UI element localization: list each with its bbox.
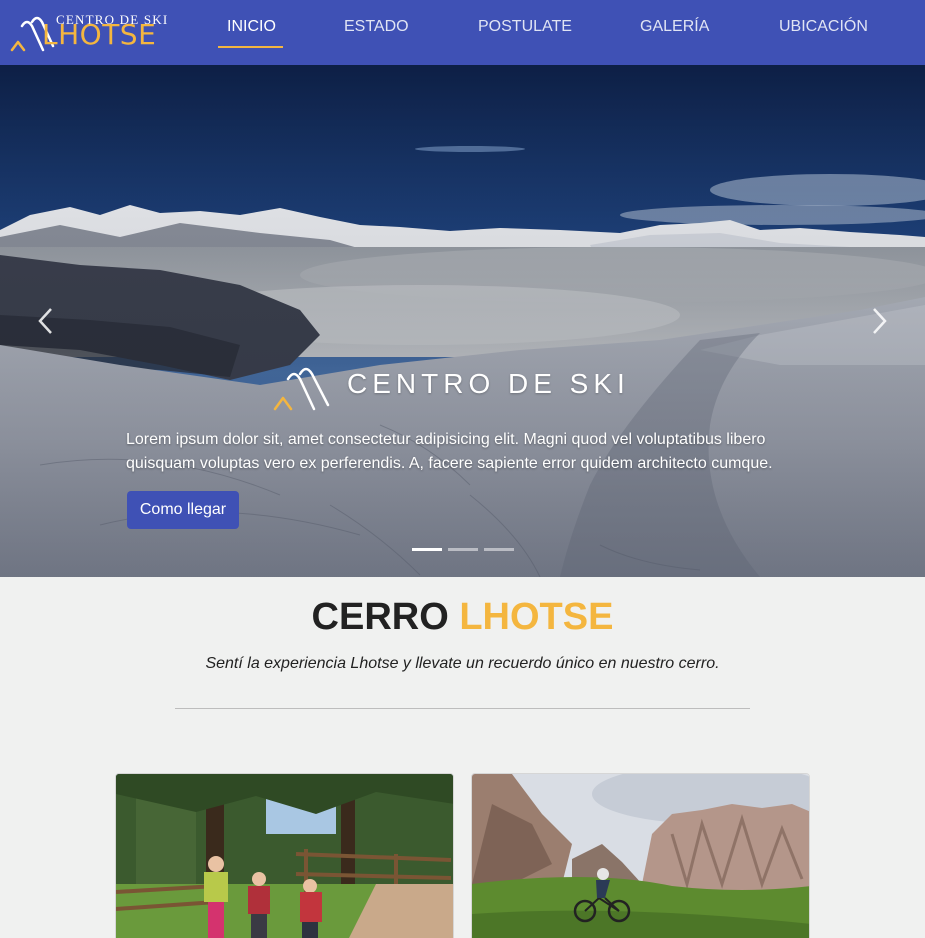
nav-item-inicio[interactable]: INICIO xyxy=(227,18,276,36)
section-title: CERRO LHOTSE xyxy=(0,596,925,639)
brand-logo[interactable]: CENTRO DE SKI LHOTSE xyxy=(10,10,185,54)
nav-item-postulate[interactable]: POSTULATE xyxy=(478,18,572,36)
section-divider xyxy=(175,708,750,709)
section-subtitle: Sentí la experiencia Lhotse y llevate un… xyxy=(205,655,720,672)
hero-carousel: CENTRO DE SKI Lorem ipsum dolor sit, ame… xyxy=(0,65,925,577)
carousel-prev-icon[interactable] xyxy=(34,305,56,337)
nav-item-ubicacion[interactable]: UBICACIÓN xyxy=(779,18,868,36)
activity-card-hiking[interactable] xyxy=(115,773,454,938)
hero-description: Lorem ipsum dolor sit, amet consectetur … xyxy=(126,431,773,472)
section-title-accent: LHOTSE xyxy=(459,596,614,638)
section-title-main: CERRO xyxy=(311,596,449,638)
hero-ski-logo-icon xyxy=(273,367,330,411)
carousel-indicator-3[interactable] xyxy=(484,548,514,551)
carousel-indicator-1[interactable] xyxy=(412,548,442,551)
carousel-next-icon[interactable] xyxy=(869,305,891,337)
biking-photo xyxy=(472,774,809,938)
active-nav-indicator xyxy=(218,46,283,48)
hiking-photo xyxy=(116,774,453,938)
hero-title: CENTRO DE SKI xyxy=(347,368,630,399)
como-llegar-button[interactable]: Como llegar xyxy=(127,491,239,529)
carousel-indicator-2[interactable] xyxy=(448,548,478,551)
activity-card-biking[interactable] xyxy=(471,773,810,938)
navbar: CENTRO DE SKI LHOTSE INICIO ESTADO POSTU… xyxy=(0,0,925,65)
brand-main-text: LHOTSE xyxy=(42,18,157,51)
nav-item-galeria[interactable]: GALERÍA xyxy=(640,18,709,36)
nav-item-estado[interactable]: ESTADO xyxy=(344,18,409,36)
